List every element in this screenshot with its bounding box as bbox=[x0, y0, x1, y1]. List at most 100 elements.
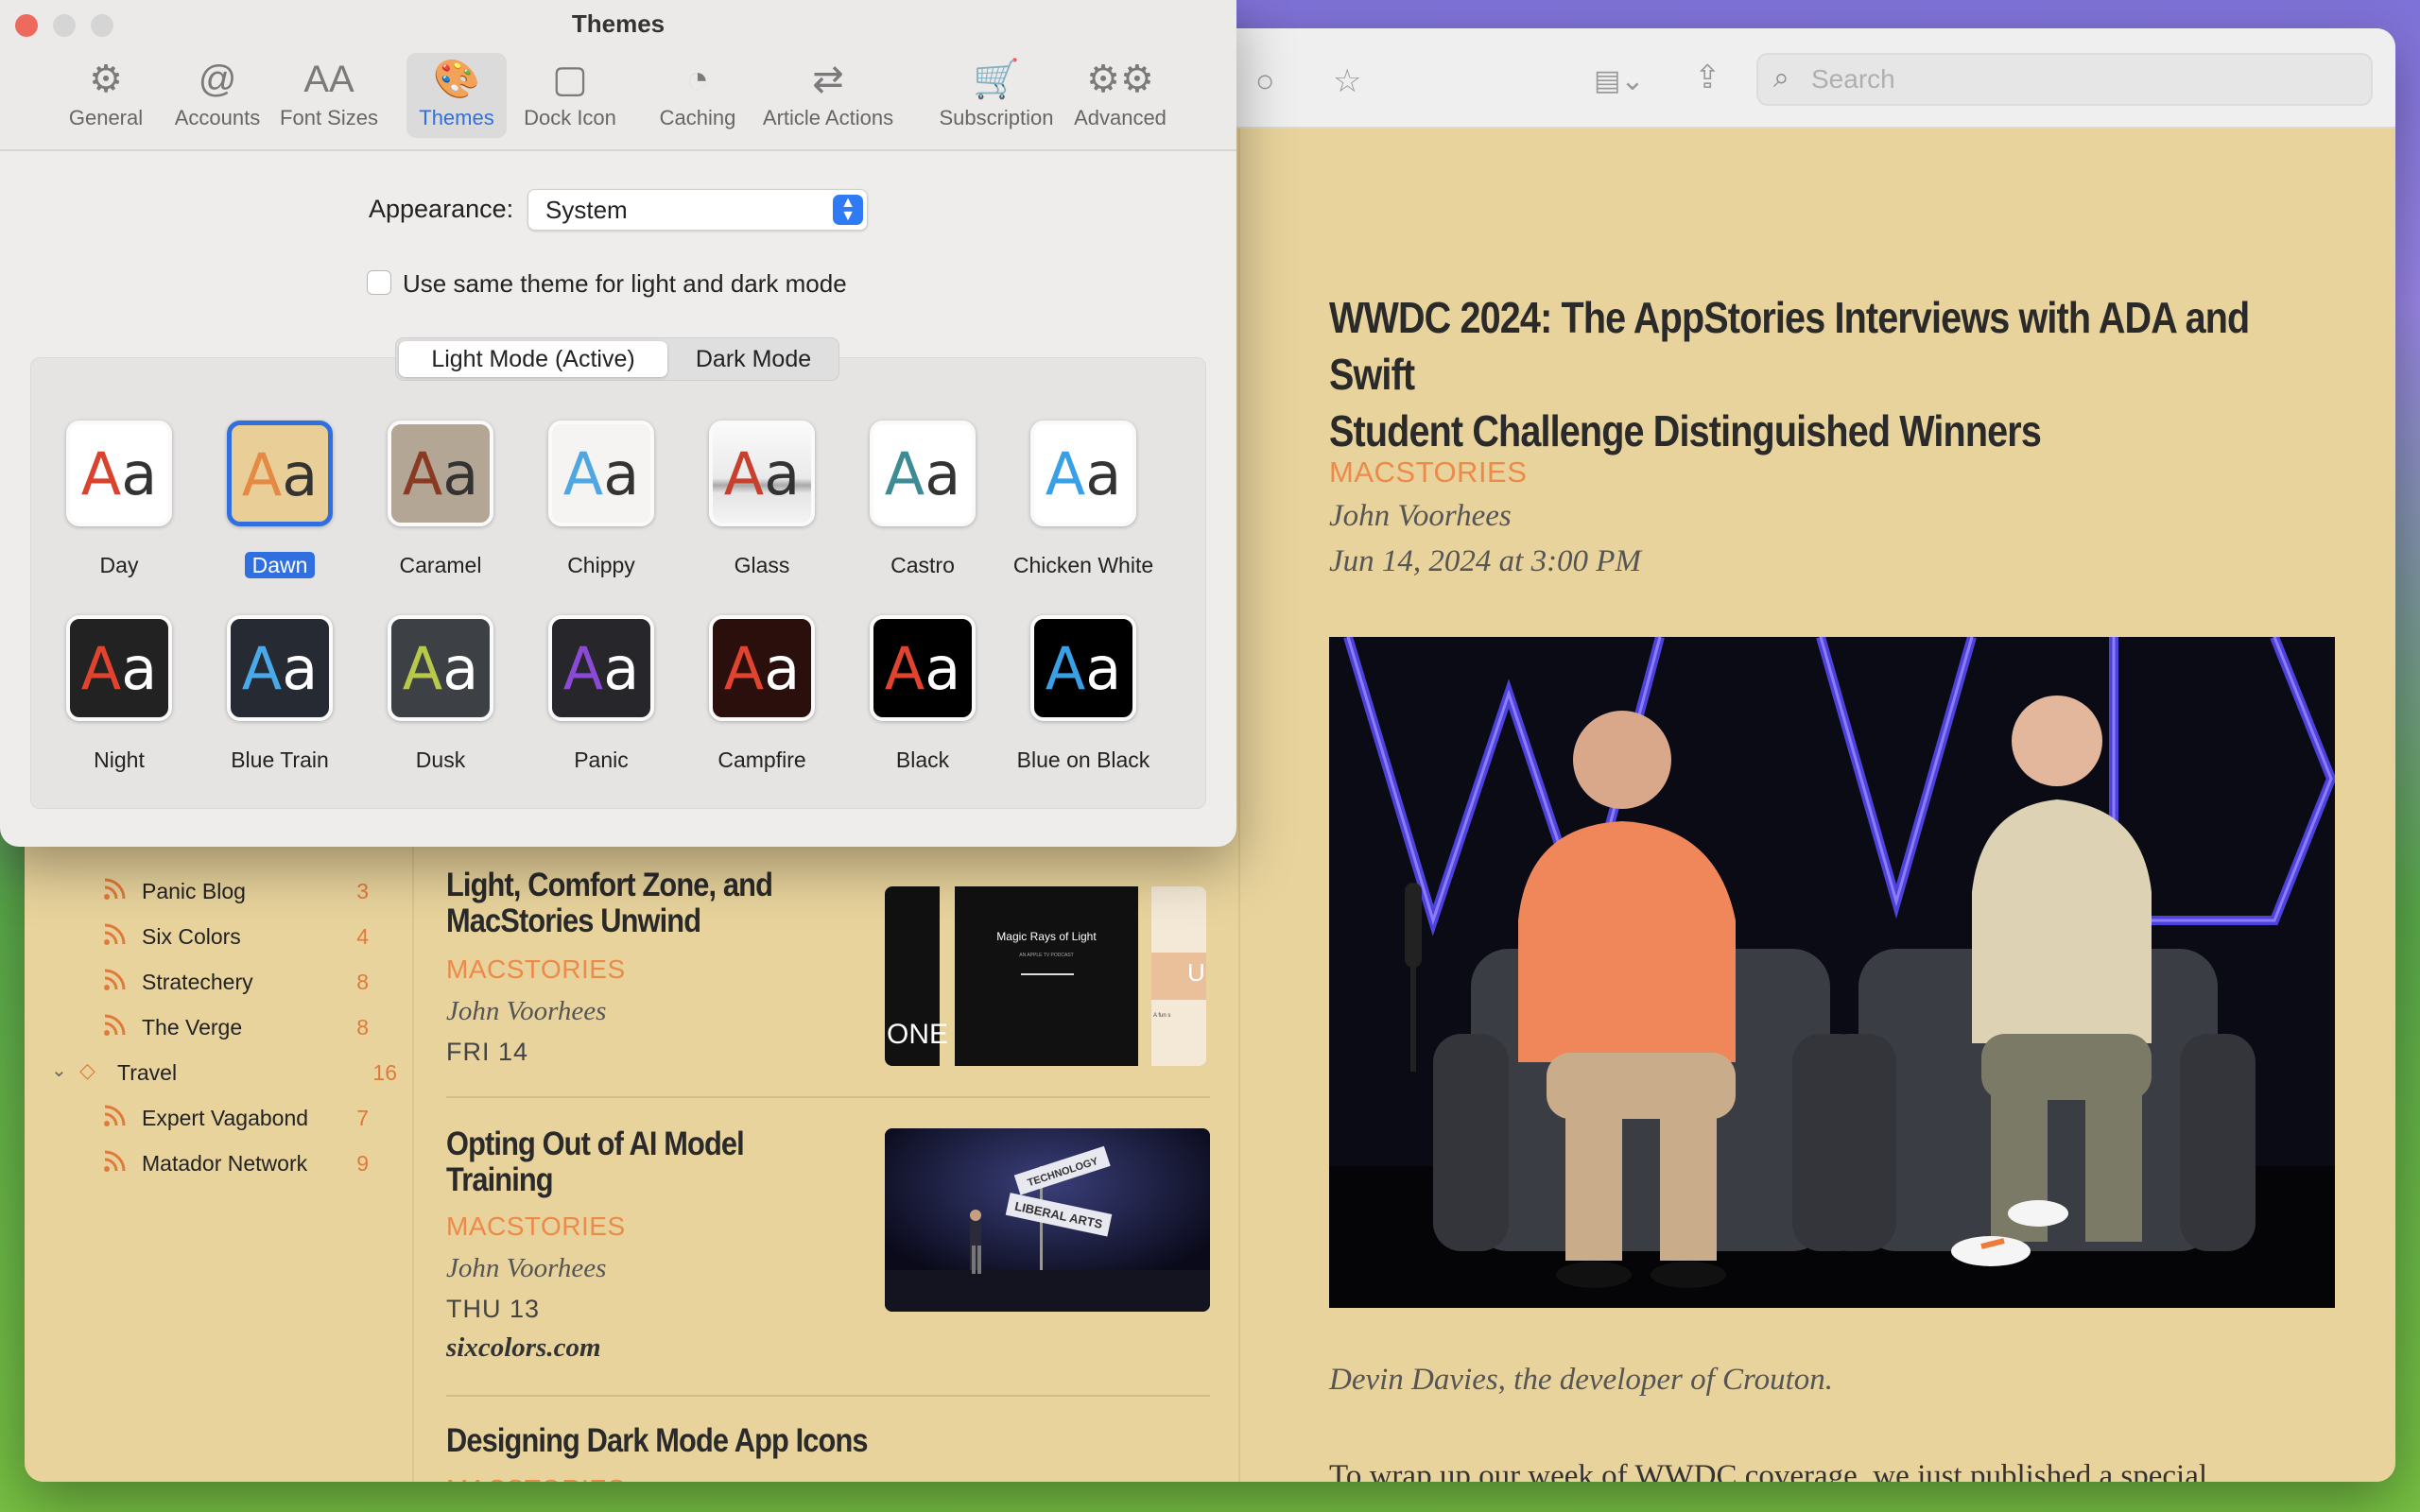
sidebar-item-six-colors[interactable]: Six Colors 4 bbox=[102, 919, 386, 956]
gears-icon: ⚙⚙ bbox=[1086, 59, 1154, 100]
thumb-text: U bbox=[1187, 958, 1205, 987]
article-title: WWDC 2024: The AppStories Interviews wit… bbox=[1329, 293, 2250, 455]
reader-view-icon[interactable]: ▤⌄ bbox=[1594, 62, 1644, 100]
tab-label: Caching bbox=[659, 106, 736, 129]
chevron-down-icon[interactable]: ⌄ bbox=[51, 1058, 67, 1082]
mode-segmented-control: Light Mode (Active) Dark Mode bbox=[395, 337, 839, 381]
theme-swatch[interactable]: Aa bbox=[1030, 421, 1136, 526]
article-domain: sixcolors.com bbox=[446, 1332, 601, 1363]
theme-preview-text: Aa bbox=[1045, 439, 1122, 508]
thumb-text: ONE bbox=[887, 1019, 949, 1050]
theme-name: Chippy bbox=[567, 553, 635, 577]
article-thumbnail[interactable]: ONE Magic Rays of Light AN APPLE TV PODC… bbox=[885, 886, 1206, 1066]
gauge-icon: ◔ bbox=[685, 59, 710, 100]
theme-name: Blue on Black bbox=[1016, 747, 1150, 772]
rss-icon bbox=[102, 1013, 127, 1038]
sidebar-item-matador-network[interactable]: Matador Network 9 bbox=[102, 1145, 386, 1183]
tab-font-sizes[interactable]: AA Font Sizes bbox=[280, 53, 378, 138]
unread-count: 3 bbox=[356, 879, 369, 903]
thumb-text: AN APPLE TV PODCAST bbox=[1019, 953, 1074, 958]
tab-article-actions[interactable]: ⇄ Article Actions bbox=[749, 53, 908, 138]
image-caption: Devin Davies, the developer of Crouton. bbox=[1329, 1363, 1834, 1397]
sidebar-item-expert-vagabond[interactable]: Expert Vagabond 7 bbox=[102, 1100, 386, 1138]
theme-preview-text: Aa bbox=[80, 439, 158, 508]
theme-swatch[interactable]: Aa bbox=[548, 421, 654, 526]
unread-count: 7 bbox=[356, 1106, 369, 1130]
sidebar-item-label: Stratechery bbox=[142, 970, 253, 994]
circle-icon[interactable]: ○ bbox=[1255, 62, 1275, 100]
theme-name: Glass bbox=[734, 553, 790, 577]
star-icon[interactable]: ☆ bbox=[1333, 62, 1361, 100]
tab-accounts[interactable]: @ Accounts bbox=[168, 53, 267, 138]
actions-icon: ⇄ bbox=[812, 59, 844, 100]
theme-swatch[interactable]: Aa bbox=[388, 421, 493, 526]
preferences-toolbar: Themes ⚙ General @ Accounts AA Font Sizes 🎨 The… bbox=[0, 0, 1236, 151]
article-title[interactable]: Light, Comfort Zone, and MacStories Unwi… bbox=[446, 868, 812, 939]
article-source[interactable]: MACSTORIES bbox=[1329, 455, 1527, 490]
segment-dark-mode[interactable]: Dark Mode bbox=[672, 341, 835, 377]
article-view: WWDC 2024: The AppStories Interviews wit… bbox=[1242, 129, 2395, 1482]
appearance-value: System bbox=[545, 196, 628, 224]
theme-preview-text: Aa bbox=[241, 634, 319, 703]
checkbox[interactable] bbox=[367, 270, 391, 295]
theme-swatch[interactable]: Aa bbox=[227, 421, 333, 526]
theme-swatch[interactable]: Aa bbox=[66, 421, 172, 526]
sidebar-item-label: Panic Blog bbox=[142, 879, 246, 903]
theme-swatch[interactable]: Aa bbox=[1030, 615, 1136, 721]
theme-swatch[interactable]: Aa bbox=[709, 615, 815, 721]
share-icon[interactable]: ⇪ bbox=[1694, 59, 1721, 96]
theme-swatch[interactable]: Aa bbox=[709, 421, 815, 526]
themes-window: Themes ⚙ General @ Accounts AA Font Sizes 🎨 The… bbox=[0, 0, 1236, 847]
theme-preview-text: Aa bbox=[402, 634, 479, 703]
article-thumbnail[interactable]: TECHNOLOGY LIBERAL ARTS bbox=[885, 1128, 1210, 1312]
theme-swatch[interactable]: Aa bbox=[870, 421, 976, 526]
segment-light-mode[interactable]: Light Mode (Active) bbox=[399, 341, 667, 377]
article-author: John Voorhees bbox=[446, 996, 607, 1026]
article-title[interactable]: Designing Dark Mode App Icons bbox=[446, 1423, 978, 1459]
same-theme-label: Use same theme for light and dark mode bbox=[403, 269, 847, 298]
unread-count: 8 bbox=[356, 1015, 369, 1040]
sidebar-item-label: Matador Network bbox=[142, 1151, 308, 1176]
sidebar-item-travel[interactable]: ⌄ ◇ Travel 16 bbox=[51, 1055, 397, 1092]
theme-swatch[interactable]: Aa bbox=[66, 615, 172, 721]
tab-caching[interactable]: ◔ Caching bbox=[650, 53, 745, 138]
dock-icon: ▢ bbox=[552, 59, 588, 100]
article-source: MACSTORIES bbox=[446, 1211, 626, 1241]
appearance-select[interactable]: System ▲ ▼ bbox=[527, 189, 868, 231]
theme-name: Dawn bbox=[190, 552, 370, 578]
tab-label: Accounts bbox=[174, 106, 261, 129]
theme-preview-text: Aa bbox=[402, 439, 479, 508]
theme-preview-text: Aa bbox=[723, 439, 801, 508]
search-field[interactable]: ⌕ bbox=[1756, 53, 2373, 106]
tab-themes[interactable]: 🎨 Themes bbox=[406, 53, 507, 138]
tab-dock-icon[interactable]: ▢ Dock Icon bbox=[518, 53, 622, 138]
theme-swatch[interactable]: Aa bbox=[227, 615, 333, 721]
tag-icon: ◇ bbox=[79, 1058, 95, 1082]
theme-swatch[interactable]: Aa bbox=[548, 615, 654, 721]
gear-icon: ⚙ bbox=[89, 59, 123, 100]
article-title[interactable]: Opting Out of AI Model Training bbox=[446, 1126, 812, 1198]
unread-count: 4 bbox=[356, 924, 369, 949]
rss-icon bbox=[102, 968, 127, 992]
unread-count: 8 bbox=[356, 970, 369, 994]
theme-swatch[interactable]: Aa bbox=[388, 615, 493, 721]
theme-preview-text: Aa bbox=[884, 439, 961, 508]
rss-icon bbox=[102, 1149, 127, 1174]
interview-photo bbox=[1329, 637, 2335, 1308]
theme-name: Day bbox=[99, 553, 139, 577]
search-input[interactable] bbox=[1811, 62, 2350, 96]
sidebar-item-stratechery[interactable]: Stratechery 8 bbox=[102, 964, 386, 1002]
theme-preview-text: Aa bbox=[562, 439, 640, 508]
theme-preview-text: Aa bbox=[562, 634, 640, 703]
tab-advanced[interactable]: ⚙⚙ Advanced bbox=[1063, 53, 1178, 138]
sidebar-item-the-verge[interactable]: The Verge 8 bbox=[102, 1009, 386, 1047]
tab-label: Advanced bbox=[1074, 106, 1167, 129]
theme-swatch[interactable]: Aa bbox=[870, 615, 976, 721]
tab-label: Themes bbox=[419, 106, 494, 129]
sidebar-item-panic-blog[interactable]: Panic Blog 3 bbox=[102, 873, 386, 911]
thumb-text: Magic Rays of Light bbox=[996, 930, 1097, 943]
tab-subscription[interactable]: 🛒 Subscription bbox=[915, 53, 1078, 138]
list-divider bbox=[446, 1096, 1210, 1098]
theme-preview-text: Aa bbox=[241, 440, 319, 509]
tab-general[interactable]: ⚙ General bbox=[62, 53, 149, 138]
